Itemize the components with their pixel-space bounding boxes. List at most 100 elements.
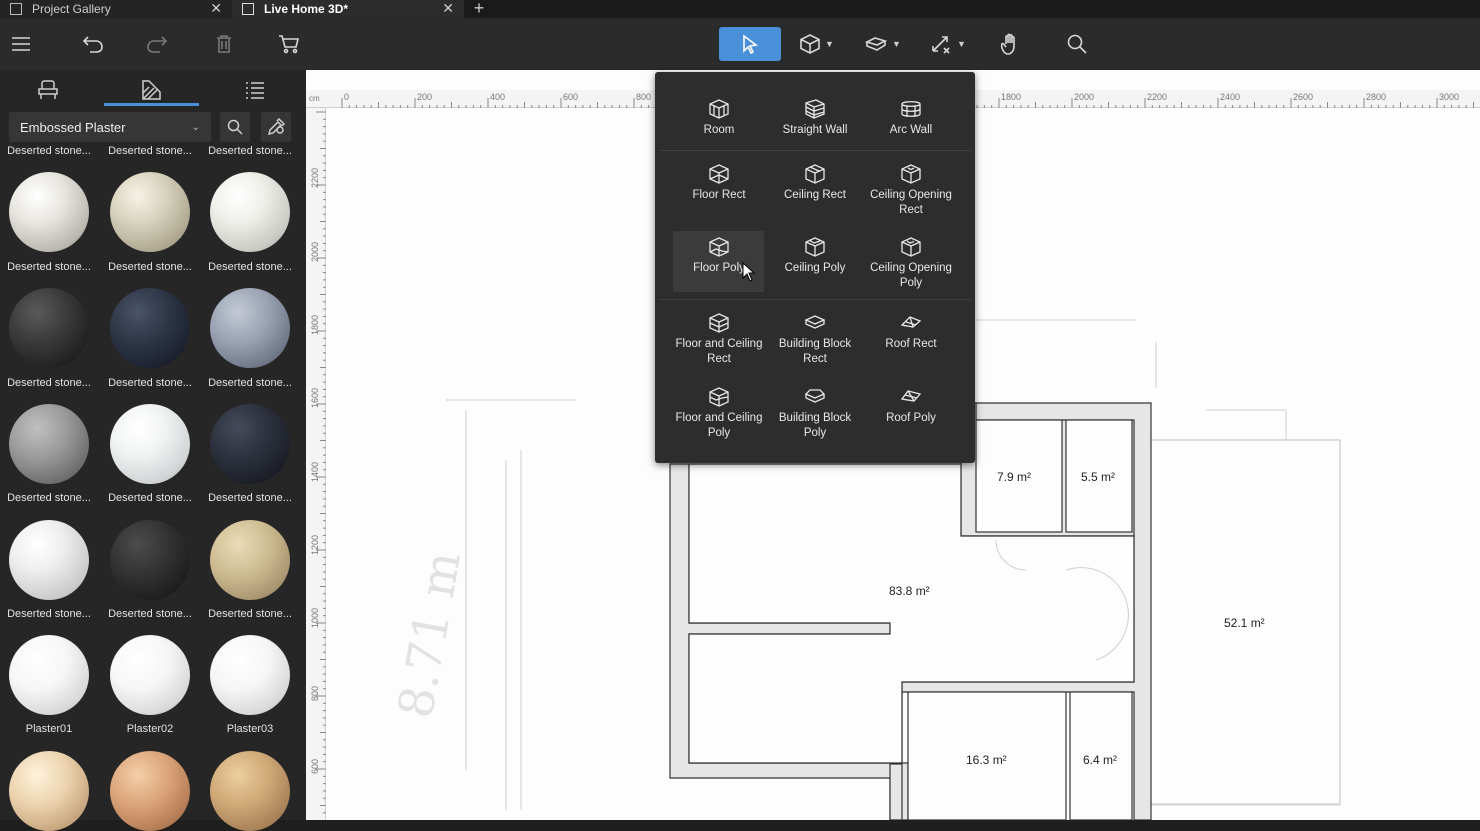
floor-ceiling-poly-icon <box>709 387 729 407</box>
dimension-icon <box>932 36 950 54</box>
furniture-tools-button[interactable]: ▼ <box>862 27 904 61</box>
material-swatch[interactable] <box>210 751 290 831</box>
list-icon <box>246 82 264 99</box>
material-label: Deserted stone... <box>208 261 292 273</box>
menu-item-label: Ceiling Opening Poly <box>870 262 952 289</box>
gallery-icon <box>10 3 22 15</box>
material-category-dropdown[interactable]: Embossed Plaster ⌄ <box>9 112 211 142</box>
active-tab-indicator <box>104 103 199 106</box>
close-icon[interactable]: ✕ <box>442 0 454 16</box>
trash-icon <box>217 35 231 53</box>
material-swatch[interactable] <box>9 172 89 252</box>
search-button[interactable] <box>1062 27 1092 61</box>
room-area-label: 7.9 m² <box>997 470 1032 484</box>
toolbar: ▼ ▼ ▼ <box>0 18 1480 70</box>
building-tools-button[interactable]: ▼ <box>795 27 839 61</box>
redo-button[interactable] <box>142 27 172 61</box>
material-label: Deserted stone... <box>7 492 91 504</box>
roof-poly-icon <box>900 390 922 402</box>
material-label: Deserted stone... <box>108 261 192 273</box>
material-swatch[interactable] <box>9 751 89 831</box>
room-area-label: 16.3 m² <box>966 753 1007 767</box>
menu-button[interactable] <box>6 27 36 61</box>
floor-poly-icon <box>709 237 729 257</box>
room-area-label: 83.8 m² <box>889 584 930 598</box>
menu-item-label: Building Block Rect <box>778 338 852 365</box>
material-swatch[interactable] <box>110 172 190 252</box>
tab-project-gallery[interactable]: Project Gallery ✕ <box>0 0 232 18</box>
tab-furniture[interactable] <box>28 76 68 104</box>
menu-item-floor-and-ceiling-poly[interactable]: Floor and Ceiling Poly <box>671 387 767 441</box>
menu-item-label: Building Block Poly <box>778 412 852 439</box>
menu-item-arc-wall[interactable]: Arc Wall <box>863 99 959 138</box>
menu-item-label: Ceiling Rect <box>784 189 846 201</box>
material-swatch[interactable] <box>210 404 290 484</box>
document-icon <box>242 3 254 15</box>
material-label: Deserted stone... <box>208 377 292 389</box>
material-swatch[interactable] <box>110 404 190 484</box>
ceiling-opening-poly-icon <box>901 237 921 257</box>
menu-item-ceiling-poly[interactable]: Ceiling Poly <box>767 237 863 276</box>
material-label: Deserted stone... <box>108 145 192 157</box>
material-swatch[interactable] <box>9 404 89 484</box>
floor-ceiling-rect-icon <box>709 313 729 333</box>
menu-item-straight-wall[interactable]: Straight Wall <box>767 99 863 138</box>
menu-item-building-block-rect[interactable]: Building Block Rect <box>767 313 863 367</box>
tab-materials[interactable] <box>131 76 171 104</box>
menu-item-label: Floor Rect <box>692 189 746 201</box>
material-label: Deserted stone... <box>108 377 192 389</box>
menu-item-ceiling-opening-rect[interactable]: Ceiling Opening Rect <box>863 164 959 218</box>
menu-item-label: Ceiling Opening Rect <box>870 189 952 216</box>
material-search-button[interactable] <box>220 112 250 142</box>
material-swatch[interactable] <box>210 172 290 252</box>
menu-item-roof-rect[interactable]: Roof Rect <box>863 313 959 352</box>
search-icon <box>1067 34 1087 54</box>
tab-label: Project Gallery <box>32 2 111 16</box>
pan-tool-button[interactable] <box>996 27 1026 61</box>
material-swatch[interactable] <box>110 520 190 600</box>
chevron-down-icon: ▼ <box>957 39 966 49</box>
menu-item-building-block-poly[interactable]: Building Block Poly <box>767 387 863 441</box>
material-swatch[interactable] <box>110 288 190 368</box>
room-area-label: 5.5 m² <box>1081 470 1116 484</box>
select-tool-button[interactable] <box>719 27 781 61</box>
material-label: Plaster02 <box>126 723 174 735</box>
menu-item-ceiling-opening-poly[interactable]: Ceiling Opening Poly <box>863 237 959 291</box>
menu-item-label: Straight Wall <box>782 124 848 136</box>
material-swatch[interactable] <box>210 288 290 368</box>
menu-item-roof-poly[interactable]: Roof Poly <box>863 387 959 426</box>
close-icon[interactable]: ✕ <box>210 0 222 16</box>
new-tab-button[interactable]: + <box>464 0 494 18</box>
arc-wall-icon <box>901 101 921 117</box>
menu-item-floor-rect[interactable]: Floor Rect <box>671 164 767 203</box>
store-button[interactable] <box>274 27 304 61</box>
material-swatch[interactable] <box>210 520 290 600</box>
mouse-cursor-icon <box>742 262 756 282</box>
measure-tools-button[interactable]: ▼ <box>927 27 969 61</box>
menu-item-label: Arc Wall <box>889 124 933 136</box>
tab-project-list[interactable] <box>235 76 275 104</box>
menu-item-floor-and-ceiling-rect[interactable]: Floor and Ceiling Rect <box>671 313 767 367</box>
menu-item-label: Floor Poly <box>693 262 745 274</box>
undo-button[interactable] <box>78 27 108 61</box>
material-swatch[interactable] <box>210 635 290 715</box>
material-swatch[interactable] <box>110 635 190 715</box>
delete-button[interactable] <box>210 27 238 61</box>
material-swatch[interactable] <box>9 520 89 600</box>
menu-item-label: Roof Poly <box>886 412 936 424</box>
tab-live-home-3d[interactable]: Live Home 3D* ✕ <box>232 0 464 18</box>
sketch-dimension: 8.71 m <box>388 547 472 722</box>
hamburger-icon <box>12 37 30 51</box>
material-label: Deserted stone... <box>7 261 91 273</box>
menu-item-room[interactable]: Room <box>671 99 767 138</box>
material-label: Deserted stone... <box>208 608 292 620</box>
menu-item-ceiling-rect[interactable]: Ceiling Rect <box>767 164 863 203</box>
material-swatch[interactable] <box>9 288 89 368</box>
hand-icon <box>1001 33 1015 55</box>
cart-icon <box>279 35 300 54</box>
material-swatch[interactable] <box>9 635 89 715</box>
tab-label: Live Home 3D* <box>264 2 349 16</box>
material-swatch[interactable] <box>110 751 190 831</box>
eyedropper-button[interactable] <box>261 112 291 142</box>
redo-icon <box>147 36 168 53</box>
